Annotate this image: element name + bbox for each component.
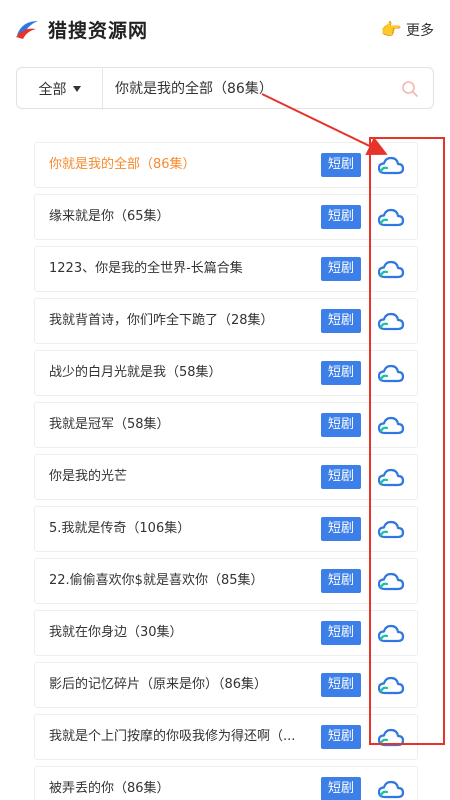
cloud-drive-icon[interactable] bbox=[377, 570, 405, 592]
result-title[interactable]: 22.偷偷喜欢你$就是喜欢你（85集） bbox=[49, 559, 315, 603]
site-title[interactable]: 猎搜资源网 bbox=[48, 16, 148, 43]
result-title[interactable]: 我就是冠军（58集） bbox=[49, 403, 315, 447]
short-drama-tag: 短剧 bbox=[321, 205, 361, 229]
result-title[interactable]: 我就在你身边（30集） bbox=[49, 611, 315, 655]
result-row[interactable]: 我就是冠军（58集） 短剧 bbox=[34, 402, 418, 448]
result-title[interactable]: 你是我的光芒 bbox=[49, 455, 315, 499]
short-drama-tag: 短剧 bbox=[321, 673, 361, 697]
short-drama-tag: 短剧 bbox=[321, 725, 361, 749]
cloud-drive-icon[interactable] bbox=[377, 206, 405, 228]
short-drama-tag: 短剧 bbox=[321, 413, 361, 437]
search-bar: 全部 bbox=[16, 67, 434, 110]
result-row[interactable]: 1223、你是我的全世界-长篇合集 短剧 bbox=[34, 246, 418, 292]
cloud-drive-icon[interactable] bbox=[377, 778, 405, 800]
category-dropdown[interactable]: 全部 bbox=[17, 68, 103, 110]
short-drama-tag: 短剧 bbox=[321, 361, 361, 385]
short-drama-tag: 短剧 bbox=[321, 517, 361, 541]
cloud-drive-icon[interactable] bbox=[377, 362, 405, 384]
result-list: 你就是我的全部（86集） 短剧 缘来就是你（65集） 短剧 1223、你是我的全世界-长… bbox=[0, 142, 450, 800]
result-row[interactable]: 我就在你身边（30集） 短剧 bbox=[34, 610, 418, 656]
result-title[interactable]: 1223、你是我的全世界-长篇合集 bbox=[49, 247, 315, 291]
result-row[interactable]: 我就是个上门按摩的你吸我修为得还啊（... 短剧 bbox=[34, 714, 418, 760]
caret-down-icon bbox=[72, 86, 81, 92]
search-input[interactable] bbox=[115, 68, 385, 110]
more-button[interactable]: 👉 更多 bbox=[381, 20, 434, 40]
result-row[interactable]: 战少的白月光就是我（58集） 短剧 bbox=[34, 350, 418, 396]
result-title[interactable]: 我就是个上门按摩的你吸我修为得还啊（... bbox=[49, 715, 315, 759]
result-row[interactable]: 我就背首诗，你们咋全下跪了（28集） 短剧 bbox=[34, 298, 418, 344]
cloud-drive-icon[interactable] bbox=[377, 154, 405, 176]
cloud-drive-icon[interactable] bbox=[377, 518, 405, 540]
result-title[interactable]: 5.我就是传奇（106集） bbox=[49, 507, 315, 551]
logo-swirl-icon[interactable] bbox=[14, 17, 40, 43]
result-title[interactable]: 战少的白月光就是我（58集） bbox=[49, 351, 315, 395]
cloud-drive-icon[interactable] bbox=[377, 310, 405, 332]
short-drama-tag: 短剧 bbox=[321, 257, 361, 281]
short-drama-tag: 短剧 bbox=[321, 621, 361, 645]
result-title[interactable]: 缘来就是你（65集） bbox=[49, 195, 315, 239]
cloud-drive-icon[interactable] bbox=[377, 414, 405, 436]
result-title[interactable]: 你就是我的全部（86集） bbox=[49, 143, 315, 187]
cloud-drive-icon[interactable] bbox=[377, 466, 405, 488]
result-row[interactable]: 影后的记忆碎片（原来是你）（86集） 短剧 bbox=[34, 662, 418, 708]
result-title[interactable]: 我就背首诗，你们咋全下跪了（28集） bbox=[49, 299, 315, 343]
header: 猎搜资源网 👉 更多 bbox=[0, 0, 450, 62]
cloud-drive-icon[interactable] bbox=[377, 622, 405, 644]
short-drama-tag: 短剧 bbox=[321, 309, 361, 333]
result-row[interactable]: 22.偷偷喜欢你$就是喜欢你（85集） 短剧 bbox=[34, 558, 418, 604]
result-row[interactable]: 被弄丢的你（86集） 短剧 bbox=[34, 766, 418, 800]
cloud-drive-icon[interactable] bbox=[377, 726, 405, 748]
category-label: 全部 bbox=[38, 82, 67, 98]
more-label: 更多 bbox=[406, 23, 434, 39]
search-icon[interactable] bbox=[401, 80, 419, 98]
cloud-drive-icon[interactable] bbox=[377, 258, 405, 280]
result-row[interactable]: 你就是我的全部（86集） 短剧 bbox=[34, 142, 418, 188]
result-title[interactable]: 影后的记忆碎片（原来是你）（86集） bbox=[49, 663, 315, 707]
result-row[interactable]: 缘来就是你（65集） 短剧 bbox=[34, 194, 418, 240]
result-title[interactable]: 被弄丢的你（86集） bbox=[49, 767, 315, 800]
short-drama-tag: 短剧 bbox=[321, 777, 361, 800]
result-row[interactable]: 5.我就是传奇（106集） 短剧 bbox=[34, 506, 418, 552]
cloud-drive-icon[interactable] bbox=[377, 674, 405, 696]
short-drama-tag: 短剧 bbox=[321, 465, 361, 489]
short-drama-tag: 短剧 bbox=[321, 569, 361, 593]
pointing-hand-icon: 👉 bbox=[380, 20, 402, 40]
result-row[interactable]: 你是我的光芒 短剧 bbox=[34, 454, 418, 500]
short-drama-tag: 短剧 bbox=[321, 153, 361, 177]
